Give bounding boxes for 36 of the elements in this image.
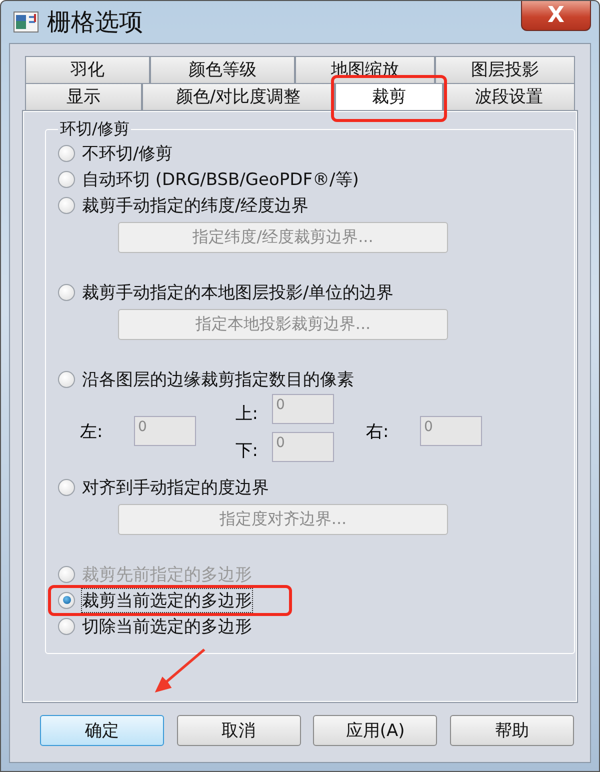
app-icon: [13, 11, 39, 33]
field-label: 下:: [235, 440, 258, 462]
dialog-button[interactable]: 帮助: [450, 715, 574, 746]
option-label: 自动环切 (DRG/BSB/GeoPDF®/等): [82, 168, 359, 190]
tab[interactable]: 颜色/对比度调整: [142, 83, 335, 110]
option-label: 对齐到手动指定的度边界: [82, 476, 269, 498]
radio-button[interactable]: [58, 478, 75, 496]
radio-button[interactable]: [58, 196, 75, 214]
tab[interactable]: 裁剪: [334, 83, 444, 110]
radio-button[interactable]: [58, 284, 75, 300]
group-label: 环切/修剪: [59, 119, 130, 140]
option-label: 不环切/修剪: [82, 142, 173, 164]
option-label: 裁剪手动指定的纬度/经度边界: [82, 194, 309, 216]
tab[interactable]: 波段设置: [443, 83, 575, 110]
tab[interactable]: 羽化: [25, 56, 150, 83]
radio-button[interactable]: [58, 618, 75, 634]
option-label: 裁剪手动指定的本地图层投影/单位的边界: [82, 282, 394, 304]
radio-button[interactable]: [58, 144, 75, 162]
option-label: 沿各图层的边缘裁剪指定数目的像素: [82, 368, 354, 390]
option-label: 切除当前选定的多边形: [82, 616, 252, 638]
dialog-button[interactable]: 应用(A): [313, 715, 438, 746]
tab[interactable]: 图层投影: [435, 56, 575, 83]
radio-button[interactable]: [58, 170, 75, 188]
option-label: 裁剪当前选定的多边形: [82, 588, 252, 612]
field-label: 上:: [235, 402, 258, 424]
radio-button[interactable]: [58, 370, 75, 388]
dialog-button[interactable]: 确定: [40, 715, 164, 746]
option-label: 裁剪先前指定的多边形: [82, 564, 252, 586]
tab[interactable]: 颜色等级: [150, 56, 295, 83]
close-button[interactable]: X: [521, 1, 591, 31]
field-label: 左:: [80, 420, 104, 442]
tab[interactable]: 显示: [25, 83, 142, 110]
dialog-button[interactable]: 取消: [176, 715, 301, 746]
radio-button[interactable]: [58, 592, 75, 608]
field-label: 右:: [366, 420, 390, 442]
window-title: 栅格选项: [47, 7, 143, 38]
